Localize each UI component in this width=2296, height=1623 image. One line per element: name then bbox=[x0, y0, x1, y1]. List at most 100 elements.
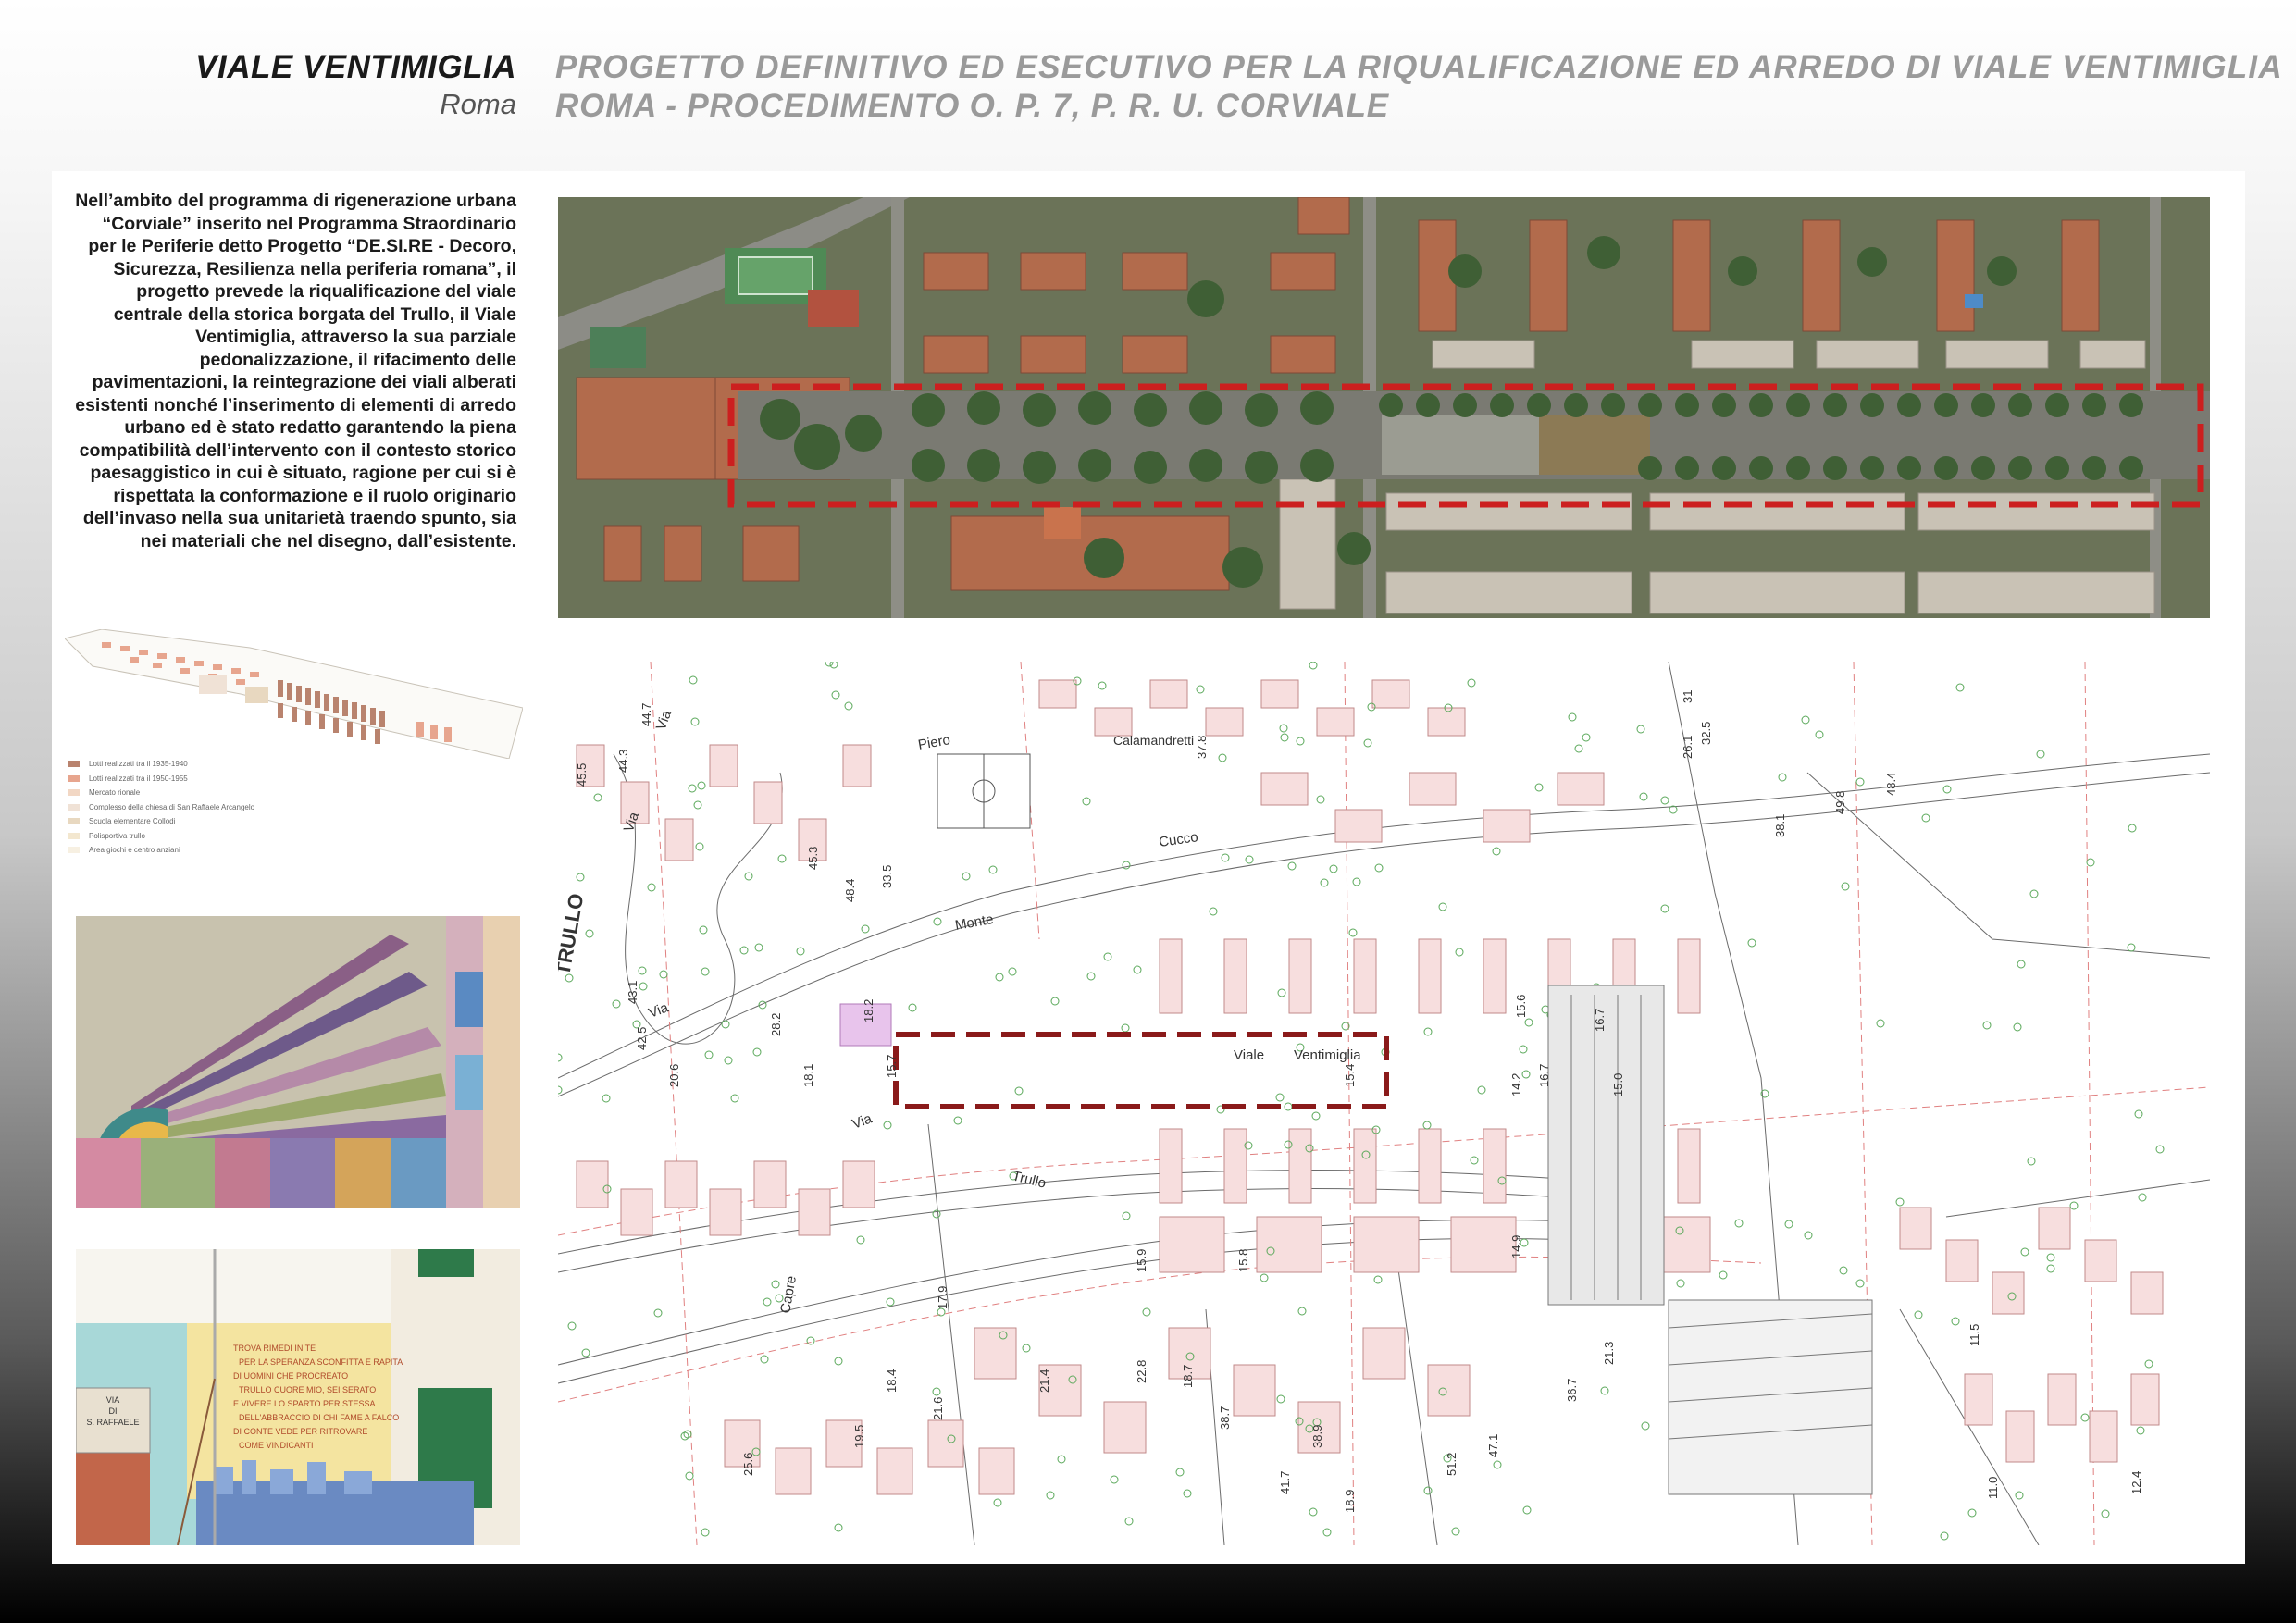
plan-building bbox=[2084, 1239, 2117, 1282]
plan-building bbox=[1409, 772, 1457, 806]
spot-height: 43.1 bbox=[626, 981, 639, 1004]
mural-poem-line: DI UOMINI CHE PROCREATO bbox=[233, 1371, 348, 1381]
legend-label: Complesso della chiesa di San Raffaele A… bbox=[89, 802, 255, 812]
plan-building bbox=[1260, 772, 1309, 806]
plan-building bbox=[576, 1160, 609, 1208]
plan-building bbox=[1159, 938, 1183, 1014]
plan-building bbox=[1677, 938, 1701, 1014]
plan-building bbox=[1483, 809, 1531, 843]
plan-building bbox=[1256, 1216, 1322, 1273]
street-label: Viale bbox=[1234, 1047, 1264, 1063]
plan-building bbox=[876, 1447, 913, 1495]
legend-swatch bbox=[68, 847, 80, 854]
plan-building bbox=[1103, 1401, 1147, 1454]
plan-building bbox=[1260, 679, 1299, 709]
legend-label: Polisportiva trullo bbox=[89, 831, 145, 840]
spot-height: 16.7 bbox=[1593, 1009, 1607, 1032]
spot-height: 15.4 bbox=[1343, 1064, 1357, 1087]
legend-item: Lotti realizzati tra il 1950-1955 bbox=[68, 772, 374, 787]
header-right: PROGETTO DEFINITIVO ED ESECUTIVO PER LA … bbox=[555, 48, 2283, 126]
plan-building bbox=[1945, 1239, 1979, 1282]
spot-height: 45.5 bbox=[575, 763, 589, 787]
header-left: VIALE VENTIMIGLIA Roma bbox=[74, 48, 516, 122]
plan-building bbox=[1159, 1128, 1183, 1204]
spot-height: 37.8 bbox=[1195, 736, 1209, 759]
street-sign-line3: S. RAFFAELE bbox=[86, 1418, 139, 1427]
plan-building bbox=[1223, 938, 1247, 1014]
spot-height: 38.7 bbox=[1218, 1406, 1232, 1430]
mural-poem-line: TROVA RIMEDI IN TE bbox=[233, 1344, 316, 1353]
legend-item: Polisportiva trullo bbox=[68, 829, 374, 844]
plan-building bbox=[1418, 1128, 1442, 1204]
mural-poem-line: DI CONTE VEDE PER RITROVARE bbox=[233, 1427, 367, 1436]
legend-item: Scuola elementare Collodi bbox=[68, 814, 374, 829]
spot-height: 49.8 bbox=[1833, 791, 1847, 814]
plan-building bbox=[1205, 707, 1244, 737]
spot-height: 15.6 bbox=[1514, 995, 1528, 1018]
mural-photo-poem: VIA DI S. RAFFAELE TROVA RIMEDI IN TE PER… bbox=[76, 1249, 520, 1545]
legend-label: Mercato rionale bbox=[89, 788, 141, 798]
plan-building bbox=[1094, 707, 1133, 737]
spot-height: 12.4 bbox=[2129, 1471, 2143, 1494]
plan-building bbox=[709, 1188, 742, 1236]
plan-building bbox=[1316, 707, 1355, 737]
spot-height: 26.1 bbox=[1681, 736, 1694, 759]
spot-height: 28.2 bbox=[769, 1013, 783, 1036]
city-label: Roma bbox=[440, 88, 516, 120]
spot-height: 48.4 bbox=[843, 879, 857, 902]
plan-building bbox=[1418, 938, 1442, 1014]
aerial-photo bbox=[558, 197, 2210, 618]
project-title-line1: PROGETTO DEFINITIVO ED ESECUTIVO PER LA … bbox=[555, 49, 2283, 85]
spot-height: 18.1 bbox=[801, 1064, 815, 1087]
spot-height: 11.0 bbox=[1986, 1477, 2000, 1499]
mural-photo-rays bbox=[76, 916, 520, 1208]
plan-building bbox=[1353, 938, 1377, 1014]
plan-building bbox=[1334, 809, 1383, 843]
plan-building bbox=[1223, 1128, 1247, 1204]
plan-building bbox=[2130, 1373, 2160, 1426]
plan-building bbox=[1353, 1216, 1420, 1273]
project-title-line2: ROMA - PROCEDIMENTO O. P. 7, P. R. U. CO… bbox=[555, 88, 1389, 124]
spot-height: 22.8 bbox=[1135, 1360, 1148, 1383]
plan-building bbox=[842, 1160, 875, 1208]
spot-height: 41.7 bbox=[1278, 1471, 1292, 1494]
plan-building bbox=[2089, 1410, 2118, 1463]
technical-plan-map: TRULLO Via Monte Cucco Via Piero Calamandretti… bbox=[558, 662, 2210, 1545]
legend-swatch bbox=[68, 832, 80, 839]
plan-building bbox=[664, 818, 694, 861]
plan-building bbox=[2047, 1373, 2077, 1426]
plan-building bbox=[1450, 1216, 1517, 1273]
spot-height: 16.7 bbox=[1537, 1064, 1551, 1087]
spot-height: 44.7 bbox=[639, 703, 653, 726]
plan-building bbox=[753, 781, 783, 824]
plan-building bbox=[974, 1327, 1017, 1380]
plan-building bbox=[1483, 938, 1507, 1014]
plan-building bbox=[927, 1419, 964, 1468]
plan-building bbox=[753, 1160, 787, 1208]
legend-label: Area giochi e centro anziani bbox=[89, 846, 180, 855]
spot-height: 45.3 bbox=[806, 847, 820, 870]
legend-swatch bbox=[68, 774, 80, 782]
spot-height: 14.2 bbox=[1509, 1073, 1523, 1096]
legend-swatch bbox=[68, 803, 80, 811]
spot-height: 18.9 bbox=[1343, 1490, 1357, 1513]
plan-building bbox=[1677, 1128, 1701, 1204]
plan-building bbox=[978, 1447, 1015, 1495]
plan-building bbox=[1038, 679, 1077, 709]
plan-building bbox=[1371, 679, 1410, 709]
legend-swatch bbox=[68, 789, 80, 797]
spot-height: 11.5 bbox=[1967, 1324, 1981, 1346]
intro-text: Nell’ambito del programma di rigenerazio… bbox=[75, 191, 516, 551]
spot-height: 42.5 bbox=[635, 1027, 649, 1050]
spot-height: 21.6 bbox=[931, 1397, 945, 1420]
plan-building bbox=[2038, 1207, 2071, 1250]
plan-building bbox=[620, 1188, 653, 1236]
plan-building bbox=[842, 744, 872, 787]
street-sign-line1: VIA bbox=[106, 1395, 120, 1405]
plan-building bbox=[1353, 1128, 1377, 1204]
spot-height: 44.3 bbox=[616, 750, 630, 773]
plan-building bbox=[1149, 679, 1188, 709]
spot-height: 21.3 bbox=[1602, 1342, 1616, 1365]
plan-building bbox=[1899, 1207, 1932, 1250]
street-label: Calamandretti bbox=[1113, 733, 1194, 748]
